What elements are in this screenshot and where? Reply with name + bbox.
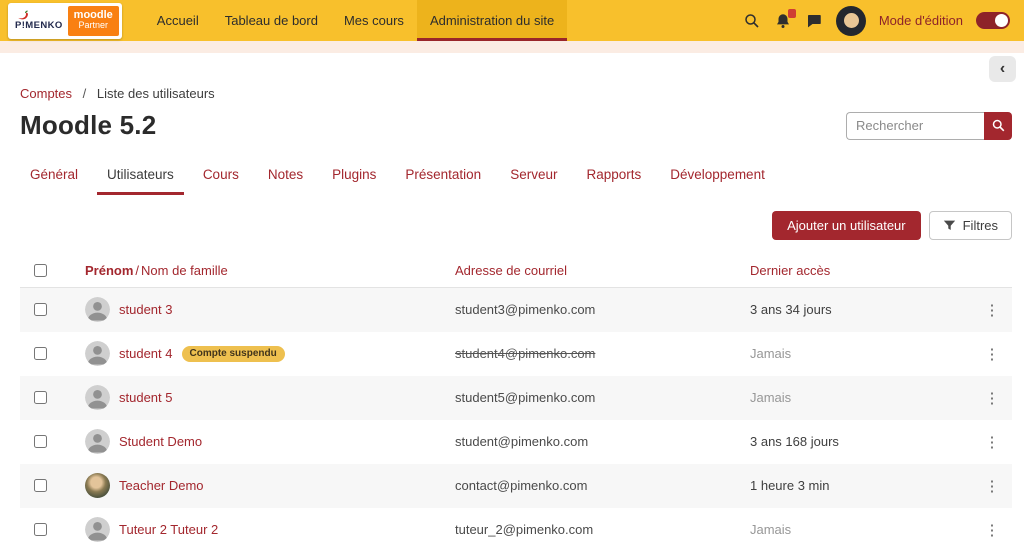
user-row: student 3 student3@pimenko.com 3 ans 34 … <box>20 287 1012 332</box>
breadcrumb-link-comptes[interactable]: Comptes <box>20 86 72 101</box>
collapse-drawer-button[interactable]: ‹ <box>989 56 1016 82</box>
user-email: student5@pimenko.com <box>455 390 596 406</box>
user-avatar-icon <box>85 341 110 367</box>
filters-button[interactable]: Filtres <box>928 210 1012 240</box>
user-name-link[interactable]: student 4 <box>119 346 173 361</box>
page-title: Moodle 5.2 <box>20 110 157 140</box>
user-name-link[interactable]: Tuteur 2 Tuteur 2 <box>119 522 218 537</box>
nav-item-tableau-de-bord[interactable]: Tableau de bord <box>212 0 331 41</box>
bell-icon[interactable] <box>774 8 796 30</box>
nav-item-administration-du-site[interactable]: Administration du site <box>416 0 568 41</box>
user-avatar-icon <box>85 297 110 323</box>
table-actions: Ajouter un utilisateur Filtres <box>20 210 1012 240</box>
row-checkbox[interactable] <box>34 479 47 493</box>
tab-utilisateurs[interactable]: Utilisateurs <box>97 159 184 195</box>
edit-mode-label: Mode d'édition <box>878 13 963 28</box>
search-input[interactable] <box>846 111 984 140</box>
breadcrumb-separator: / <box>82 86 87 101</box>
sort-email-link[interactable]: Adresse de courriel <box>455 263 567 278</box>
edit-mode-toggle[interactable] <box>976 12 1010 29</box>
tab-notes[interactable]: Notes <box>258 159 313 195</box>
row-checkbox[interactable] <box>34 523 47 537</box>
toggle-knob <box>995 14 1008 27</box>
user-avatar-icon <box>85 473 110 499</box>
last-access-value: 1 heure 3 min <box>750 478 830 494</box>
breadcrumb-current: Liste des utilisateurs <box>96 86 215 101</box>
user-row: Tuteur 2 Tuteur 2 tuteur_2@pimenko.com J… <box>20 508 1012 552</box>
user-row: Student Demo student@pimenko.com 3 ans 1… <box>20 420 1012 464</box>
row-checkbox[interactable] <box>34 303 47 317</box>
filter-funnel-icon <box>943 220 955 230</box>
table-header-row: Prénom / Nom de famille Adresse de courr… <box>20 254 1012 288</box>
user-email: student4@pimenko.com <box>455 346 596 362</box>
search-icon[interactable] <box>743 12 761 30</box>
search-submit-icon <box>992 120 1004 132</box>
nav-item-mes-cours[interactable]: Mes cours <box>331 0 417 41</box>
users-table: Prénom / Nom de famille Adresse de courr… <box>20 254 1012 552</box>
user-row: student 5 student5@pimenko.com Jamais ⋮ <box>20 375 1012 420</box>
last-access-value: 3 ans 168 jours <box>750 434 839 450</box>
brand-text: P!MENKO <box>15 20 63 31</box>
pimenko-logo[interactable]: P!MENKO moodle Partner <box>8 2 122 39</box>
user-menu-avatar[interactable] <box>835 5 866 36</box>
last-access-value: Jamais <box>750 390 792 406</box>
user-name-link[interactable]: student 5 <box>119 390 173 405</box>
partner-label: Partner <box>78 20 108 31</box>
tab-general[interactable]: Général <box>20 159 88 195</box>
sort-firstname-link[interactable]: Prénom <box>85 263 133 278</box>
moodle-partner-badge: moodle Partner <box>67 5 119 36</box>
search-box <box>846 111 1012 140</box>
breadcrumb: Comptes / Liste des utilisateurs <box>20 86 1004 101</box>
select-all-checkbox[interactable] <box>34 263 47 277</box>
user-email: student3@pimenko.com <box>455 302 596 318</box>
tab-cours[interactable]: Cours <box>193 159 249 195</box>
last-access-value: Jamais <box>750 346 792 362</box>
sort-lastname-link[interactable]: Nom de famille <box>141 263 228 278</box>
last-access-value: 3 ans 34 jours <box>750 302 832 318</box>
user-name-link[interactable]: Student Demo <box>119 434 202 449</box>
row-menu-button[interactable]: ⋮ <box>985 389 1000 407</box>
notification-badge <box>787 8 796 18</box>
user-name-link[interactable]: Teacher Demo <box>119 478 204 493</box>
primary-nav: Accueil Tableau de bord Mes cours Administr… <box>144 0 568 41</box>
row-checkbox[interactable] <box>34 391 47 405</box>
user-email: tuteur_2@pimenko.com <box>455 522 594 538</box>
users-table-body: student 3 student3@pimenko.com 3 ans 34 … <box>20 287 1012 552</box>
chat-icon[interactable] <box>805 12 823 30</box>
tab-rapports[interactable]: Rapports <box>576 159 651 195</box>
search-submit-button[interactable] <box>984 111 1012 140</box>
suspended-badge: Compte suspendu <box>181 345 285 362</box>
row-menu-button[interactable]: ⋮ <box>985 477 1000 495</box>
last-access-value: Jamais <box>750 522 792 538</box>
user-row: Teacher Demo contact@pimenko.com 1 heure… <box>20 463 1012 508</box>
header-name-separator: / <box>135 262 140 278</box>
row-menu-button[interactable]: ⋮ <box>985 521 1000 539</box>
nav-item-accueil[interactable]: Accueil <box>144 0 212 41</box>
row-menu-button[interactable]: ⋮ <box>985 345 1000 363</box>
user-email: contact@pimenko.com <box>455 478 588 494</box>
sort-lastaccess-link[interactable]: Dernier accès <box>750 263 830 278</box>
top-navbar: P!MENKO moodle Partner Accueil Tableau de… <box>0 0 1024 41</box>
header-accent-strip <box>0 41 1024 53</box>
tab-plugins[interactable]: Plugins <box>322 159 386 195</box>
row-checkbox[interactable] <box>34 347 47 361</box>
user-avatar-icon <box>85 429 110 455</box>
add-user-button[interactable]: Ajouter un utilisateur <box>772 210 921 240</box>
filters-button-label: Filtres <box>962 217 998 233</box>
chili-pepper-icon <box>18 10 28 20</box>
row-menu-button[interactable]: ⋮ <box>985 301 1000 319</box>
admin-tabs: Général Utilisateurs Cours Notes Plugins Prés… <box>20 159 1004 195</box>
user-email: student@pimenko.com <box>455 434 589 450</box>
tab-developpement[interactable]: Développement <box>660 159 775 195</box>
navbar-right-controls: Mode d'édition <box>743 0 1024 41</box>
row-checkbox[interactable] <box>34 435 47 449</box>
row-menu-button[interactable]: ⋮ <box>985 433 1000 451</box>
user-name-link[interactable]: student 3 <box>119 302 173 317</box>
pimenko-logo-brand: P!MENKO <box>8 3 68 39</box>
user-avatar-icon <box>85 517 110 543</box>
user-row: student 4 Compte suspendu student4@pimen… <box>20 332 1012 376</box>
user-avatar-icon <box>85 385 110 411</box>
tab-serveur[interactable]: Serveur <box>500 159 567 195</box>
tab-presentation[interactable]: Présentation <box>395 159 491 195</box>
